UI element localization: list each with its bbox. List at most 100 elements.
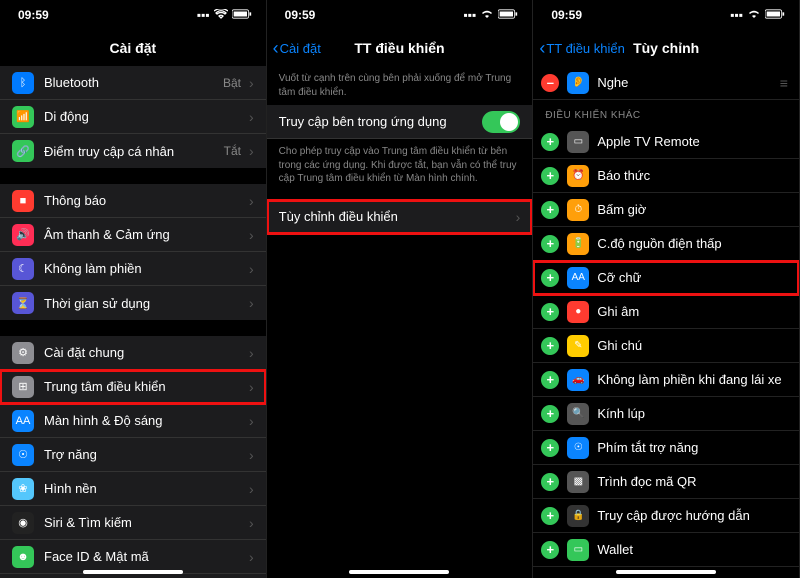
add-button[interactable]: +: [541, 235, 559, 253]
tv-icon: ▭: [567, 131, 589, 153]
row-label: Điểm truy cập cá nhân: [44, 144, 224, 159]
item-label: Wallet: [597, 542, 789, 557]
row-sos-kha-n-ca-p[interactable]: SOSSOS khẩn cấp›: [0, 574, 266, 578]
row-ca-i-a-t-chung[interactable]: ⚙Cài đặt chung›: [0, 336, 266, 370]
control-item-ghi-chu[interactable]: +✎Ghi chú: [533, 329, 799, 363]
chevron-right-icon: ›: [249, 143, 254, 159]
signal-icon: ▪▪▪: [197, 8, 210, 22]
home-indicator[interactable]: [349, 570, 449, 574]
row-label: Siri & Tìm kiếm: [44, 515, 245, 530]
row-face-id-ma-t-ma[interactable]: ☻Face ID & Mật mã›: [0, 540, 266, 574]
row-hi-nh-ne-n[interactable]: ❀Hình nền›: [0, 472, 266, 506]
item-label: Apple TV Remote: [597, 134, 789, 149]
cell-icon: 📶: [12, 106, 34, 128]
row-label: Trung tâm điều khiển: [44, 379, 245, 394]
toggle-switch[interactable]: [482, 111, 520, 133]
row-siri-ti-m-kie-m[interactable]: ◉Siri & Tìm kiếm›: [0, 506, 266, 540]
row-label: Tùy chỉnh điều khiển: [279, 209, 512, 224]
row-di-o-ng[interactable]: 📶Di động›: [0, 100, 266, 134]
row-bluetooth[interactable]: ᛒBluetoothBật›: [0, 66, 266, 100]
row-a-m-thanh-ca-m-u-ng[interactable]: 🔊Âm thanh & Cảm ứng›: [0, 218, 266, 252]
back-button[interactable]: ‹ TT điều khiển: [539, 39, 625, 57]
battery-icon: [498, 8, 518, 22]
chevron-right-icon: ›: [249, 515, 254, 531]
customize-list[interactable]: –👂Nghe≡ ĐIỀU KHIỂN KHÁC +▭Apple TV Remot…: [533, 66, 799, 578]
row-ie-m-truy-ca-p-ca-nha-n[interactable]: 🔗Điểm truy cập cá nhânTắt›: [0, 134, 266, 168]
add-button[interactable]: +: [541, 507, 559, 525]
chevron-right-icon: ›: [249, 227, 254, 243]
chevron-right-icon: ›: [249, 481, 254, 497]
row-tro-na-ng[interactable]: ☉Trợ năng›: [0, 438, 266, 472]
control-item-phi-m-ta-t-tro-na-ng[interactable]: +☉Phím tắt trợ năng: [533, 431, 799, 465]
chevron-left-icon: ‹: [539, 39, 545, 57]
chevron-right-icon: ›: [516, 209, 521, 225]
item-label: Truy cập được hướng dẫn: [597, 508, 789, 523]
control-item-ghi-a-m[interactable]: +●Ghi âm: [533, 295, 799, 329]
remove-button[interactable]: –: [541, 74, 559, 92]
add-button[interactable]: +: [541, 541, 559, 559]
row-label: Di động: [44, 109, 245, 124]
phone-settings: 09:59 ▪▪▪ Cài đặt ᛒBluetoothBật›📶Di động…: [0, 0, 267, 578]
control-item-wallet[interactable]: +▭Wallet: [533, 533, 799, 567]
accs-icon: ☉: [567, 437, 589, 459]
phone-customize: 09:59 ▪▪▪ ‹ TT điều khiển Tùy chỉnh –👂Ng…: [533, 0, 800, 578]
add-button[interactable]: +: [541, 405, 559, 423]
item-label: Không làm phiền khi đang lái xe: [597, 372, 789, 387]
settings-list[interactable]: ᛒBluetoothBật›📶Di động›🔗Điểm truy cập cá…: [0, 66, 266, 578]
item-label: Ghi âm: [597, 304, 789, 319]
ear-icon: 👂: [567, 72, 589, 94]
back-button[interactable]: ‹ Cài đặt: [273, 39, 321, 57]
hint-swipe: Vuốt từ cạnh trên cùng bên phải xuống để…: [267, 66, 533, 105]
control-item-ba-m-gio[interactable]: +⏱Bấm giờ: [533, 193, 799, 227]
moon-icon: ☾: [12, 258, 34, 280]
add-button[interactable]: +: [541, 269, 559, 287]
wifi-icon: [480, 8, 494, 22]
control-item-ki-nh-lu-p[interactable]: +🔍Kính lúp: [533, 397, 799, 431]
add-button[interactable]: +: [541, 133, 559, 151]
control-item-truy-ca-p-u-o-c-hu-o-ng-da-n[interactable]: +🔒Truy cập được hướng dẫn: [533, 499, 799, 533]
cc-content[interactable]: Vuốt từ cạnh trên cùng bên phải xuống để…: [267, 66, 533, 578]
add-button[interactable]: +: [541, 371, 559, 389]
status-indicators: ▪▪▪: [197, 8, 252, 22]
row-tho-i-gian-su-du-ng[interactable]: ⏳Thời gian sử dụng›: [0, 286, 266, 320]
row-access-in-apps[interactable]: Truy cập bên trong ứng dụng: [267, 105, 533, 139]
timer-icon: ⏱: [567, 199, 589, 221]
row-customize-controls[interactable]: Tùy chỉnh điều khiển ›: [267, 200, 533, 234]
add-button[interactable]: +: [541, 167, 559, 185]
car-icon: 🚗: [567, 369, 589, 391]
add-button[interactable]: +: [541, 201, 559, 219]
drag-handle-icon[interactable]: ≡: [780, 75, 789, 91]
hint-access: Cho phép truy cập vào Trung tâm điều khi…: [267, 139, 533, 192]
control-item-c-o-nguo-n-ie-n-tha-p[interactable]: +🔋C.độ nguồn điện thấp: [533, 227, 799, 261]
add-button[interactable]: +: [541, 439, 559, 457]
row-label: Truy cập bên trong ứng dụng: [279, 114, 483, 129]
control-item-nghe[interactable]: –👂Nghe≡: [533, 66, 799, 100]
status-bar: 09:59 ▪▪▪: [267, 0, 533, 30]
row-ma-n-hi-nh-o-sa-ng[interactable]: AAMàn hình & Độ sáng›: [0, 404, 266, 438]
sound-icon: 🔊: [12, 224, 34, 246]
row-trung-ta-m-ie-u-khie-n[interactable]: ⊞Trung tâm điều khiển›: [0, 370, 266, 404]
home-indicator[interactable]: [83, 570, 183, 574]
home-indicator[interactable]: [616, 570, 716, 574]
status-indicators: ▪▪▪: [730, 8, 785, 22]
chevron-right-icon: ›: [249, 447, 254, 463]
control-item-co-chu[interactable]: +AACỡ chữ: [533, 261, 799, 295]
add-button[interactable]: +: [541, 303, 559, 321]
note-icon: ✎: [567, 335, 589, 357]
wifi-icon: [214, 8, 228, 22]
add-button[interactable]: +: [541, 473, 559, 491]
disp-icon: AA: [12, 410, 34, 432]
control-item-kho-ng-la-m-phie-n-khi-ang-la-i-xe[interactable]: + 🚗 Không làm phiền khi đang lái xe: [533, 363, 799, 397]
control-item-tri-nh-o-c-ma-qr[interactable]: +▩Trình đọc mã QR: [533, 465, 799, 499]
battery-icon: [765, 8, 785, 22]
add-button[interactable]: +: [541, 337, 559, 355]
control-item-apple-tv-remote[interactable]: + ▭ Apple TV Remote: [533, 125, 799, 159]
signal-icon: ▪▪▪: [464, 8, 477, 22]
row-detail: Tắt: [224, 144, 241, 158]
row-tho-ng-ba-o[interactable]: ■Thông báo›: [0, 184, 266, 218]
gear-icon: ⚙: [12, 342, 34, 364]
row-label: Hình nền: [44, 481, 245, 496]
row-kho-ng-la-m-phie-n[interactable]: ☾Không làm phiền›: [0, 252, 266, 286]
control-item-ba-o-thu-c[interactable]: +⏰Báo thức: [533, 159, 799, 193]
item-label: C.độ nguồn điện thấp: [597, 236, 789, 251]
